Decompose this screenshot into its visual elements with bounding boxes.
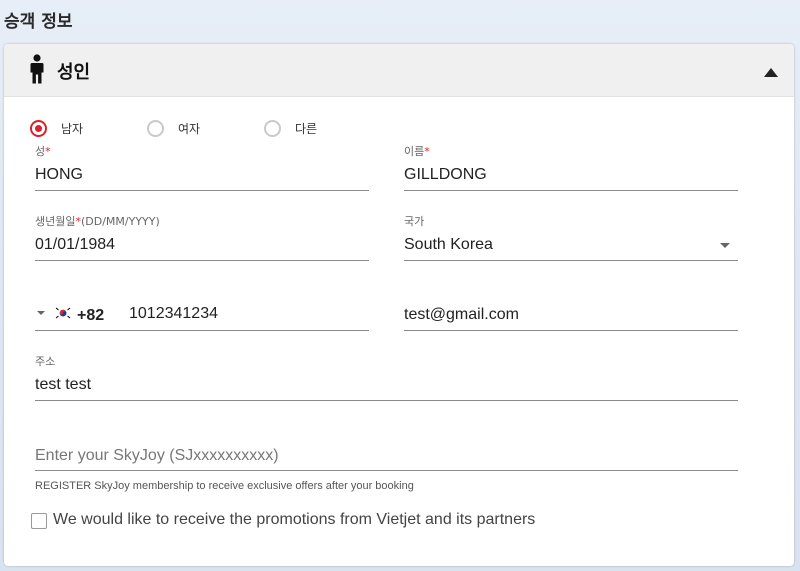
phone-field[interactable]: 1012341234 bbox=[129, 305, 218, 323]
promotions-label[interactable]: We would like to receive the promotions … bbox=[53, 511, 535, 529]
passenger-card: 성인 남자 여자 다른 성* HONG 이름* GILLDONG 생년월일*(D… bbox=[4, 44, 794, 566]
country-underline bbox=[404, 260, 738, 261]
last-name-underline bbox=[35, 190, 369, 191]
card-title: 성인 bbox=[57, 62, 91, 83]
chevron-up-icon[interactable] bbox=[764, 64, 778, 82]
radio-circle[interactable] bbox=[264, 120, 281, 137]
promotions-checkbox[interactable] bbox=[31, 513, 47, 529]
dob-label: 생년월일*(DD/MM/YYYY) bbox=[35, 215, 160, 228]
address-field[interactable]: test test bbox=[35, 376, 91, 394]
gender-radio-female[interactable]: 여자 bbox=[147, 120, 200, 137]
radio-circle[interactable] bbox=[147, 120, 164, 137]
country-select[interactable]: South Korea bbox=[404, 236, 493, 254]
email-underline bbox=[404, 330, 738, 331]
phone-underline bbox=[35, 330, 369, 331]
address-label: 주소 bbox=[35, 355, 56, 368]
gender-radio-other[interactable]: 다른 bbox=[264, 120, 317, 137]
radio-label: 여자 bbox=[178, 122, 201, 136]
radio-label: 남자 bbox=[61, 122, 84, 136]
first-name-field[interactable]: GILLDONG bbox=[404, 166, 487, 184]
last-name-label: 성* bbox=[35, 145, 51, 158]
first-name-underline bbox=[404, 190, 738, 191]
phone-country-dropdown-icon[interactable] bbox=[37, 311, 45, 315]
card-header[interactable]: 성인 bbox=[4, 44, 794, 97]
gender-radio-male[interactable]: 남자 bbox=[30, 120, 83, 137]
skyjoy-input[interactable]: Enter your SkyJoy (SJxxxxxxxxxx) bbox=[35, 447, 279, 465]
phone-country-code[interactable]: +82 bbox=[77, 307, 104, 325]
skyjoy-hint: REGISTER SkyJoy membership to receive ex… bbox=[35, 480, 414, 492]
person-icon bbox=[30, 54, 44, 89]
dob-underline bbox=[35, 260, 369, 261]
first-name-label: 이름* bbox=[404, 145, 430, 158]
email-field[interactable]: test@gmail.com bbox=[404, 306, 519, 324]
section-title: 승객 정보 bbox=[4, 12, 73, 32]
chevron-down-icon[interactable] bbox=[720, 243, 730, 248]
skyjoy-underline bbox=[35, 470, 738, 471]
radio-circle[interactable] bbox=[30, 120, 47, 137]
radio-label: 다른 bbox=[295, 122, 318, 136]
address-underline bbox=[35, 400, 738, 401]
last-name-field[interactable]: HONG bbox=[35, 166, 83, 184]
country-label: 국가 bbox=[404, 215, 425, 228]
dob-field[interactable]: 01/01/1984 bbox=[35, 236, 115, 254]
south-korea-flag-icon[interactable] bbox=[54, 306, 72, 325]
